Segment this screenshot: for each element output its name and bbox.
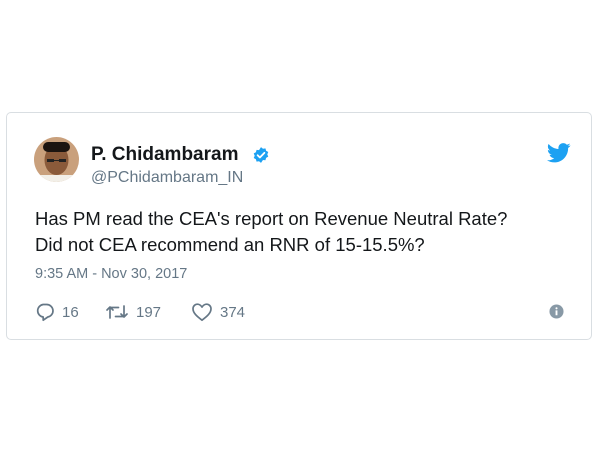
reply-icon <box>36 303 54 322</box>
tweet-text: Has PM read the CEA's report on Revenue … <box>35 206 575 258</box>
retweet-icon <box>106 305 128 319</box>
display-name[interactable]: P. Chidambaram <box>91 145 238 165</box>
reply-button[interactable]: 16 <box>35 301 79 323</box>
twitter-bird-icon[interactable] <box>547 143 571 163</box>
reply-count: 16 <box>62 303 79 321</box>
heart-icon <box>192 303 212 322</box>
like-count: 374 <box>220 303 246 321</box>
retweet-button[interactable]: 197 <box>105 301 161 323</box>
verified-badge-icon <box>253 147 269 163</box>
tweet-actions: 16 197 374 <box>35 301 565 323</box>
user-handle[interactable]: @PChidambaram_IN <box>91 169 243 187</box>
info-icon[interactable] <box>549 304 564 319</box>
tweet-text-line: Has PM read the CEA's report on Revenue … <box>35 208 508 229</box>
tweet-card: P. Chidambaram @PChidambaram_IN Has PM r… <box>6 112 592 340</box>
avatar[interactable] <box>34 137 79 182</box>
retweet-count: 197 <box>136 303 162 321</box>
tweet-text-line: Did not CEA recommend an RNR of 15-15.5%… <box>35 234 425 255</box>
like-button[interactable]: 374 <box>191 301 245 323</box>
tweet-timestamp[interactable]: 9:35 AM - Nov 30, 2017 <box>35 265 187 283</box>
